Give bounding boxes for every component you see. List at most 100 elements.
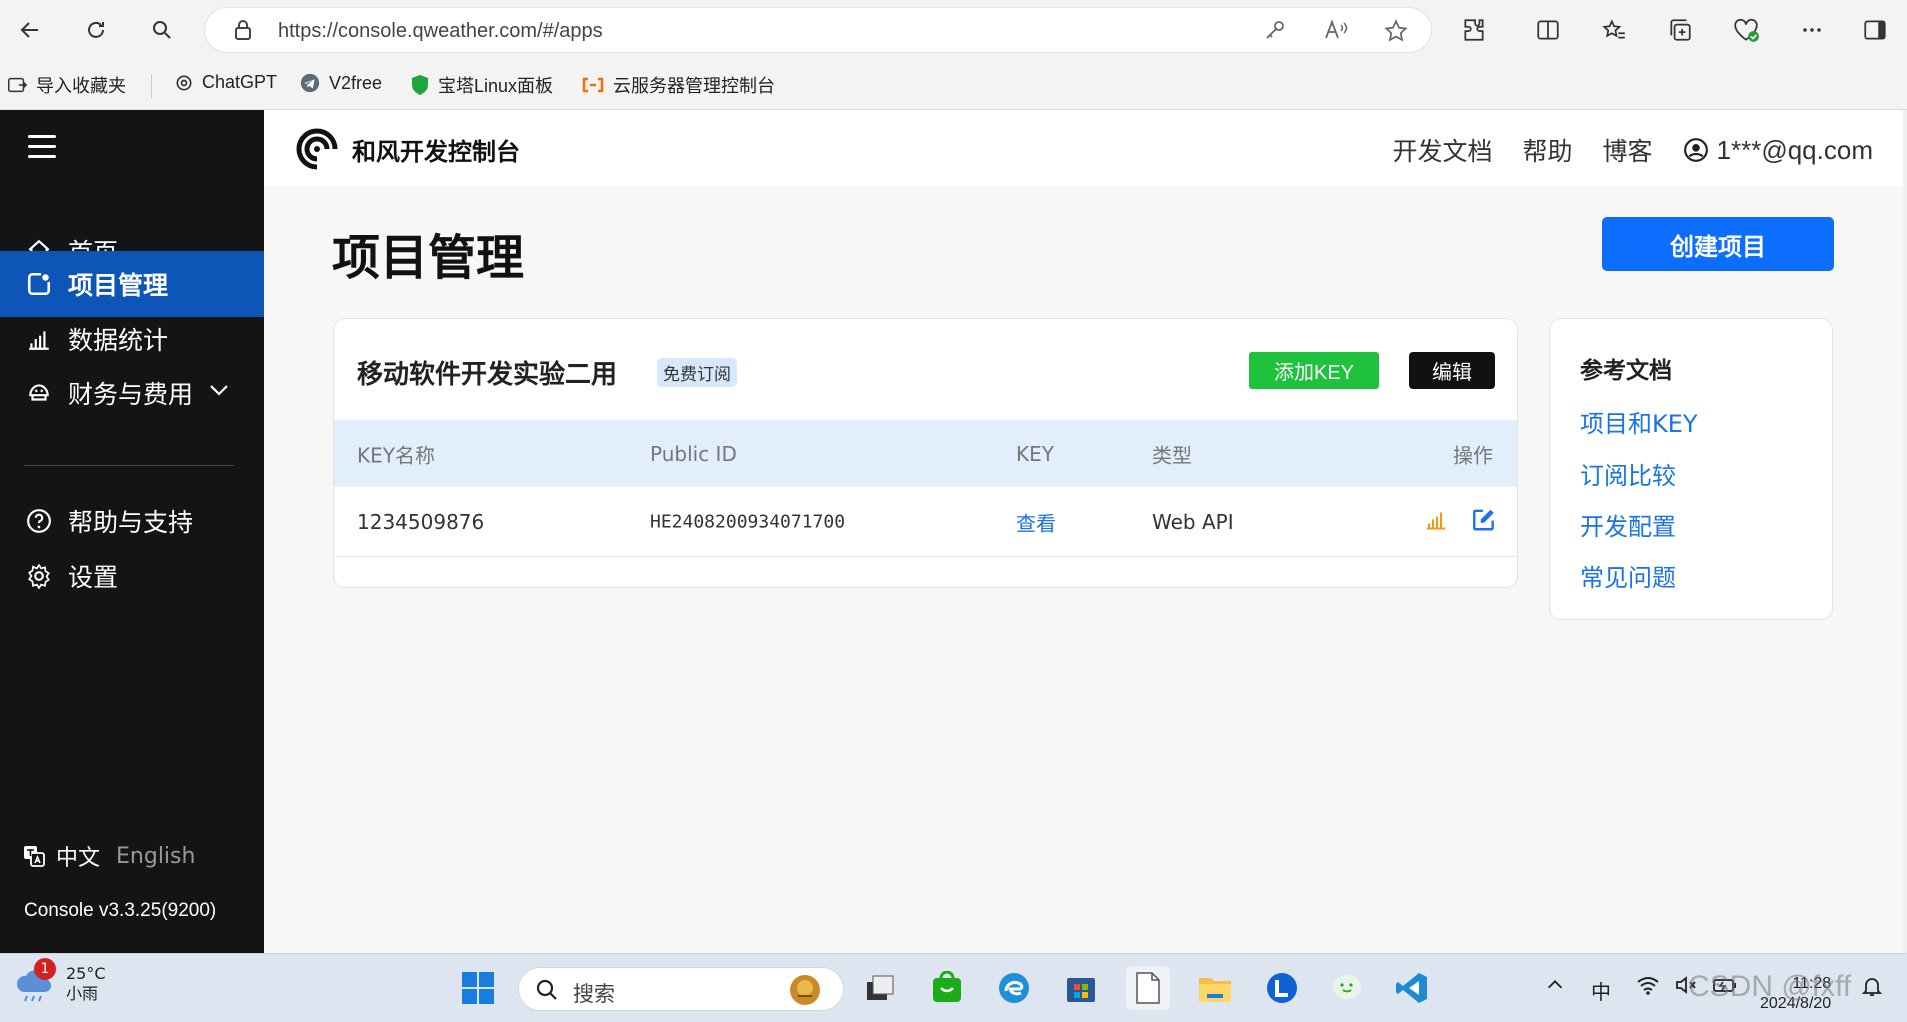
notification-badge: 1 — [34, 958, 56, 980]
browser-toolbar: https://console.qweather.com/#/apps — [0, 0, 1907, 60]
bookmark-baota[interactable]: 宝塔Linux面板 — [410, 72, 553, 98]
sidebar-item-finance[interactable]: 财务与费用 — [0, 360, 264, 426]
search-icon — [536, 979, 557, 1000]
edit-project-button[interactable]: 编辑 — [1409, 352, 1495, 389]
project-card: 移动软件开发实验二用 免费订阅 添加KEY 编辑 KEY名称 Public ID… — [333, 318, 1518, 588]
extensions-icon[interactable] — [1456, 12, 1492, 48]
wechat-store-icon[interactable] — [925, 966, 969, 1010]
public-id-cell: HE2408200934071700 — [650, 511, 846, 532]
column-header: KEY — [1016, 441, 1054, 466]
app-header: 和风开发控制台 开发文档 帮助 博客 1***@qq.com — [264, 110, 1903, 186]
file-explorer-icon[interactable] — [1193, 966, 1237, 1010]
split-screen-icon[interactable] — [1530, 12, 1566, 48]
refresh-icon[interactable] — [78, 12, 114, 48]
ref-link-faq[interactable]: 常见问题 — [1580, 558, 1676, 593]
column-header: Public ID — [650, 441, 737, 466]
read-aloud-icon[interactable] — [1323, 18, 1349, 46]
sidebar-item-settings[interactable]: 设置 — [0, 543, 264, 609]
ref-link-project-key[interactable]: 项目和KEY — [1580, 404, 1698, 439]
column-header: 类型 — [1152, 443, 1192, 467]
key-name-cell: 1234509876 — [357, 509, 485, 534]
nav-link-blog[interactable]: 博客 — [1603, 132, 1653, 168]
lock-icon[interactable] — [233, 19, 253, 45]
more-icon[interactable] — [1794, 12, 1830, 48]
wechat-icon[interactable] — [1325, 966, 1369, 1010]
notepad-icon[interactable] — [1126, 966, 1170, 1010]
telegram-icon — [300, 73, 320, 93]
column-header: 操作 — [1453, 443, 1493, 467]
add-key-button[interactable]: 添加KEY — [1249, 352, 1379, 389]
project-icon — [24, 269, 54, 299]
notification-bell-icon[interactable] — [1860, 974, 1884, 1003]
back-icon[interactable] — [12, 12, 48, 48]
lang-chinese[interactable]: 中文 — [56, 840, 100, 872]
gear-icon — [24, 561, 54, 591]
user-menu[interactable]: 1***@qq.com — [1683, 135, 1873, 166]
ref-link-dev-config[interactable]: 开发配置 — [1580, 507, 1676, 542]
ref-link-subscription-compare[interactable]: 订阅比较 — [1580, 456, 1676, 491]
edit-key-icon[interactable] — [1471, 506, 1497, 537]
scrollbar-track[interactable] — [1903, 110, 1907, 953]
brand[interactable]: 和风开发控制台 — [294, 128, 520, 170]
ime-indicator[interactable]: 中 — [1591, 976, 1611, 1005]
windows-start-icon[interactable] — [456, 966, 500, 1010]
reference-docs-card: 参考文档 项目和KEY 订阅比较 开发配置 常见问题 — [1549, 318, 1833, 620]
bookmarks-bar: 导入收藏夹 ChatGPT V2free 宝塔Linux面板 云服务器管理控制台 — [0, 60, 1907, 110]
create-project-button[interactable]: 创建项目 — [1602, 217, 1834, 271]
bookmark-cloud-console[interactable]: 云服务器管理控制台 — [581, 72, 775, 98]
edge-browser-icon[interactable] — [992, 966, 1036, 1010]
import-favorites-icon — [8, 77, 28, 93]
menu-icon[interactable] — [28, 135, 56, 165]
sidebar-toggle-icon[interactable] — [1857, 12, 1893, 48]
sidebar-item-label: 设置 — [68, 563, 119, 592]
qweather-logo-icon — [296, 128, 338, 170]
favorites-icon[interactable] — [1596, 12, 1632, 48]
lenovo-app-icon[interactable] — [1260, 966, 1304, 1010]
search-highlight-icon — [790, 975, 820, 1005]
taskbar: 25°C 小雨 1 搜索 中 11:28 2024/8/20 — [0, 953, 1907, 1022]
bookmark-chatgpt[interactable]: ChatGPT — [174, 72, 277, 93]
nav-link-help[interactable]: 帮助 — [1522, 132, 1572, 168]
bookmark-label: 导入收藏夹 — [36, 76, 126, 96]
browser-essentials-icon[interactable] — [1728, 12, 1764, 48]
nav-link-docs[interactable]: 开发文档 — [1392, 132, 1492, 168]
stats-icon[interactable] — [1424, 507, 1448, 536]
key-icon[interactable] — [1263, 18, 1287, 46]
bookmark-v2free[interactable]: V2free — [299, 72, 382, 94]
column-header: KEY名称 — [357, 443, 435, 467]
sidebar-item-label: 财务与费用 — [68, 380, 194, 409]
address-bar[interactable]: https://console.qweather.com/#/apps — [204, 7, 1432, 53]
bookmark-label: V2free — [329, 72, 383, 93]
collections-icon[interactable] — [1662, 12, 1698, 48]
help-icon — [24, 506, 54, 536]
lang-english[interactable]: English — [116, 844, 195, 869]
bookmark-label: 云服务器管理控制台 — [613, 76, 775, 96]
wallet-icon — [24, 378, 54, 408]
favorite-star-icon[interactable] — [1383, 18, 1409, 48]
page-title: 项目管理 — [332, 230, 525, 286]
taskbar-search[interactable]: 搜索 — [518, 967, 844, 1011]
sidebar-item-label: 项目管理 — [68, 271, 169, 300]
task-view-icon[interactable] — [858, 966, 902, 1010]
wifi-icon[interactable] — [1636, 974, 1660, 1001]
brand-name: 和风开发控制台 — [352, 137, 520, 166]
weather-widget[interactable]: 25°C 小雨 — [14, 964, 106, 1004]
tray-overflow-icon[interactable] — [1544, 974, 1566, 1001]
project-name: 移动软件开发实验二用 — [357, 360, 618, 390]
sidebar-item-label: 帮助与支持 — [68, 508, 194, 537]
chart-icon — [24, 324, 54, 354]
url-text[interactable]: https://console.qweather.com/#/apps — [278, 20, 603, 43]
reference-title: 参考文档 — [1580, 358, 1672, 384]
user-avatar-icon — [1683, 138, 1708, 162]
aliyun-icon — [582, 77, 604, 93]
table-row: 1234509876 HE2408200934071700 查看 Web API — [334, 487, 1517, 557]
view-key-link[interactable]: 查看 — [1016, 507, 1056, 536]
baota-shield-icon — [412, 75, 428, 95]
search-icon[interactable] — [144, 12, 180, 48]
search-placeholder: 搜索 — [573, 982, 615, 1006]
vscode-icon[interactable] — [1390, 966, 1434, 1010]
ms-store-icon[interactable] — [1059, 966, 1103, 1010]
chevron-down-icon[interactable] — [207, 378, 231, 408]
bookmark-import[interactable]: 导入收藏夹 — [6, 72, 126, 98]
watermark: CSDN @fxff — [1688, 970, 1852, 1003]
